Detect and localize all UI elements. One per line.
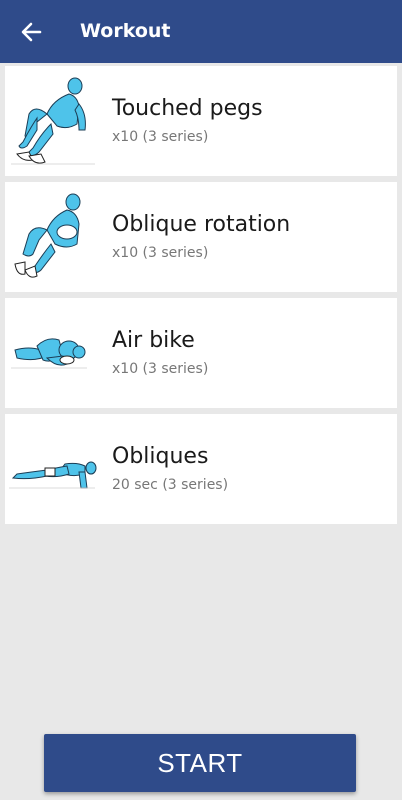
start-button[interactable]: START	[44, 734, 356, 792]
exercise-reps: x10 (3 series)	[112, 245, 209, 261]
back-button[interactable]	[14, 16, 48, 48]
exercise-name: Oblique rotation	[112, 212, 291, 237]
exercise-card-oblique-rotation[interactable]: Oblique rotation x10 (3 series)	[5, 182, 397, 292]
page-title: Workout	[80, 20, 171, 42]
exercise-card-touched-pegs[interactable]: Touched pegs x10 (3 series)	[5, 66, 397, 176]
air-bike-figure-icon	[11, 338, 87, 369]
exercise-card-air-bike[interactable]: Air bike x10 (3 series)	[5, 298, 397, 408]
exercise-reps: x10 (3 series)	[112, 129, 209, 145]
exercise-name: Obliques	[112, 444, 209, 469]
exercise-reps: 20 sec (3 series)	[112, 477, 229, 493]
obliques-figure-icon	[9, 461, 97, 489]
exercise-name: Air bike	[112, 328, 195, 353]
exercise-list: Touched pegs x10 (3 series) Oblique rota…	[5, 66, 397, 530]
oblique-rotation-figure-icon	[14, 193, 81, 278]
app-bar: Workout	[0, 0, 402, 63]
touched-pegs-figure-icon	[11, 77, 95, 165]
exercise-reps: x10 (3 series)	[112, 361, 209, 377]
exercise-name: Touched pegs	[112, 96, 263, 121]
arrow-left-icon	[21, 22, 42, 42]
exercise-card-obliques[interactable]: Obliques 20 sec (3 series)	[5, 414, 397, 524]
